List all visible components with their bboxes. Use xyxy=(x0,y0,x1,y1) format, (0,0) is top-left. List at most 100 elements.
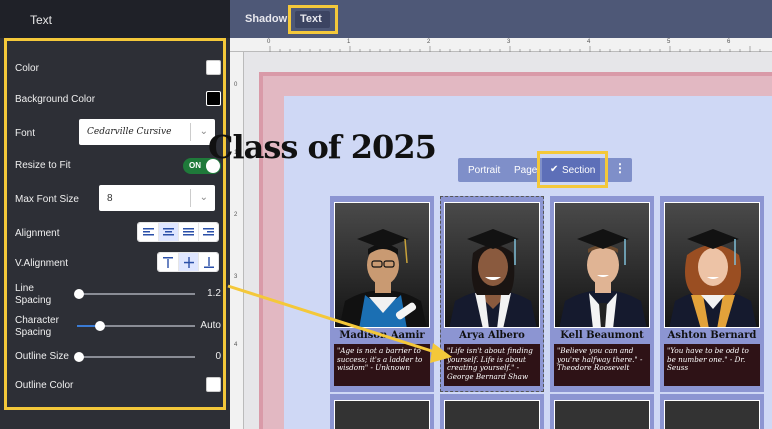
student-portrait xyxy=(554,400,650,429)
line-spacing-knob[interactable] xyxy=(74,289,84,299)
graduate-portrait-image xyxy=(339,229,427,327)
valign-bottom-icon xyxy=(203,256,214,268)
font-select[interactable]: Cedarville Cursive ⌄ xyxy=(79,119,215,145)
ruler-label: 1 xyxy=(347,39,351,45)
font-row: Font Cedarville Cursive ⌄ xyxy=(7,118,223,148)
character-spacing-label: Character Spacing xyxy=(15,315,59,338)
ruler-label: 3 xyxy=(507,39,511,45)
graduate-portrait-image xyxy=(669,229,757,327)
align-center-icon xyxy=(163,228,174,236)
align-left-icon xyxy=(142,228,154,236)
student-card[interactable]: Arya Albero "Life isn't about finding yo… xyxy=(440,196,544,392)
dropdown-separator xyxy=(190,123,191,141)
resize-to-fit-row: Resize to Fit ON xyxy=(7,152,223,180)
scope-portrait-button[interactable]: Portrait xyxy=(468,165,500,176)
selection-outline xyxy=(440,196,544,392)
dropdown-separator xyxy=(190,189,191,207)
character-spacing-slider[interactable] xyxy=(77,321,195,331)
valign-top-button[interactable] xyxy=(158,253,178,271)
text-properties-panel: Text Color Background Color Font Cedarvi… xyxy=(0,0,230,429)
editor-app: Text Color Background Color Font Cedarvi… xyxy=(0,0,772,429)
more-options-icon[interactable]: ⋮ xyxy=(614,161,626,175)
character-spacing-value: Auto xyxy=(200,320,221,331)
valignment-label: V.Alignment xyxy=(15,258,68,269)
line-spacing-row: Line Spacing 1.2 xyxy=(7,279,223,309)
valign-middle-button[interactable] xyxy=(178,253,198,271)
student-card[interactable]: Kell Beaumont "Believe you can and you'r… xyxy=(550,196,654,392)
valign-bottom-button[interactable] xyxy=(198,253,218,271)
student-card[interactable] xyxy=(550,394,654,429)
student-card[interactable] xyxy=(330,394,434,429)
student-portrait xyxy=(664,400,760,429)
student-quote[interactable]: "Age is not a barrier to success; it's a… xyxy=(334,344,430,386)
character-spacing-row: Character Spacing Auto xyxy=(7,311,223,341)
panel-header: Text xyxy=(0,0,230,38)
section-highlight xyxy=(537,151,608,188)
align-right-button[interactable] xyxy=(198,223,218,241)
outline-color-swatch[interactable] xyxy=(206,377,221,392)
max-font-size-value: 8 xyxy=(107,193,113,204)
student-portrait xyxy=(444,400,540,429)
ruler-label: 4 xyxy=(587,39,591,45)
student-card[interactable] xyxy=(660,394,764,429)
outline-size-knob[interactable] xyxy=(74,352,84,362)
scope-page-button[interactable]: Page xyxy=(514,165,537,176)
panel-title: Text xyxy=(30,13,53,27)
alignment-buttons xyxy=(137,222,219,242)
character-spacing-knob[interactable] xyxy=(95,321,105,331)
color-swatch[interactable] xyxy=(206,60,221,75)
student-portrait[interactable] xyxy=(554,202,650,328)
ruler-ticks xyxy=(269,46,761,52)
ruler-label: 0 xyxy=(267,39,271,45)
student-card[interactable]: Ashton Bernard "You have to be odd to be… xyxy=(660,196,764,392)
font-label: Font xyxy=(15,128,36,139)
properties-highlight: Color Background Color Font Cedarville C… xyxy=(4,38,226,410)
student-name[interactable]: Kell Beaumont xyxy=(550,330,654,341)
valign-middle-icon xyxy=(183,256,194,268)
student-name[interactable]: Ashton Bernard xyxy=(660,330,764,341)
tab-shadow[interactable]: Shadow xyxy=(245,13,287,25)
color-row: Color xyxy=(7,55,223,83)
line-spacing-slider[interactable] xyxy=(74,289,195,299)
valignment-buttons xyxy=(157,252,219,272)
align-justify-icon xyxy=(183,228,194,236)
valignment-row: V.Alignment xyxy=(7,249,223,277)
valign-top-icon xyxy=(163,256,173,268)
vertical-ruler: 0 1 2 3 4 xyxy=(230,52,244,429)
student-portrait[interactable] xyxy=(334,202,430,328)
student-portrait xyxy=(334,400,430,429)
alignment-row: Alignment xyxy=(7,219,223,247)
ruler-label: 6 xyxy=(727,39,731,45)
student-card[interactable]: Madison Aamir "Age is not a barrier to s… xyxy=(330,196,434,392)
background-color-swatch[interactable] xyxy=(206,91,221,106)
ruler-label: 4 xyxy=(234,342,238,348)
align-left-button[interactable] xyxy=(138,223,158,241)
ruler-label: 5 xyxy=(667,39,671,45)
font-value: Cedarville Cursive xyxy=(87,127,172,137)
align-center-button[interactable] xyxy=(158,223,178,241)
student-portrait[interactable] xyxy=(664,202,760,328)
outline-size-slider[interactable] xyxy=(74,352,195,362)
outline-color-row: Outline Color xyxy=(7,371,223,399)
resize-to-fit-label: Resize to Fit xyxy=(15,160,71,171)
student-quote[interactable]: "You have to be odd to be number one." -… xyxy=(664,344,760,386)
outline-color-label: Outline Color xyxy=(15,380,74,391)
align-justify-button[interactable] xyxy=(178,223,198,241)
ruler-label: 0 xyxy=(234,82,238,88)
page-title[interactable]: Class of 2025 xyxy=(208,128,437,166)
top-toolbar: Shadow Text xyxy=(230,0,772,38)
max-font-size-select[interactable]: 8 ⌄ xyxy=(99,185,215,211)
student-quote[interactable]: "Believe you can and you're halfway ther… xyxy=(554,344,650,386)
color-label: Color xyxy=(15,63,39,74)
graduate-portrait-image xyxy=(559,229,647,327)
student-card[interactable] xyxy=(440,394,544,429)
ruler-label: 2 xyxy=(427,39,431,45)
max-font-size-label: Max Font Size xyxy=(15,194,79,205)
ruler-label: 2 xyxy=(234,212,238,218)
horizontal-ruler: 0 1 2 3 4 5 6 xyxy=(230,38,772,52)
chevron-down-icon: ⌄ xyxy=(199,192,208,203)
tab-text[interactable]: Text xyxy=(300,13,322,25)
background-color-label: Background Color xyxy=(15,94,96,105)
student-name[interactable]: Madison Aamir xyxy=(330,330,434,341)
alignment-label: Alignment xyxy=(15,228,60,239)
